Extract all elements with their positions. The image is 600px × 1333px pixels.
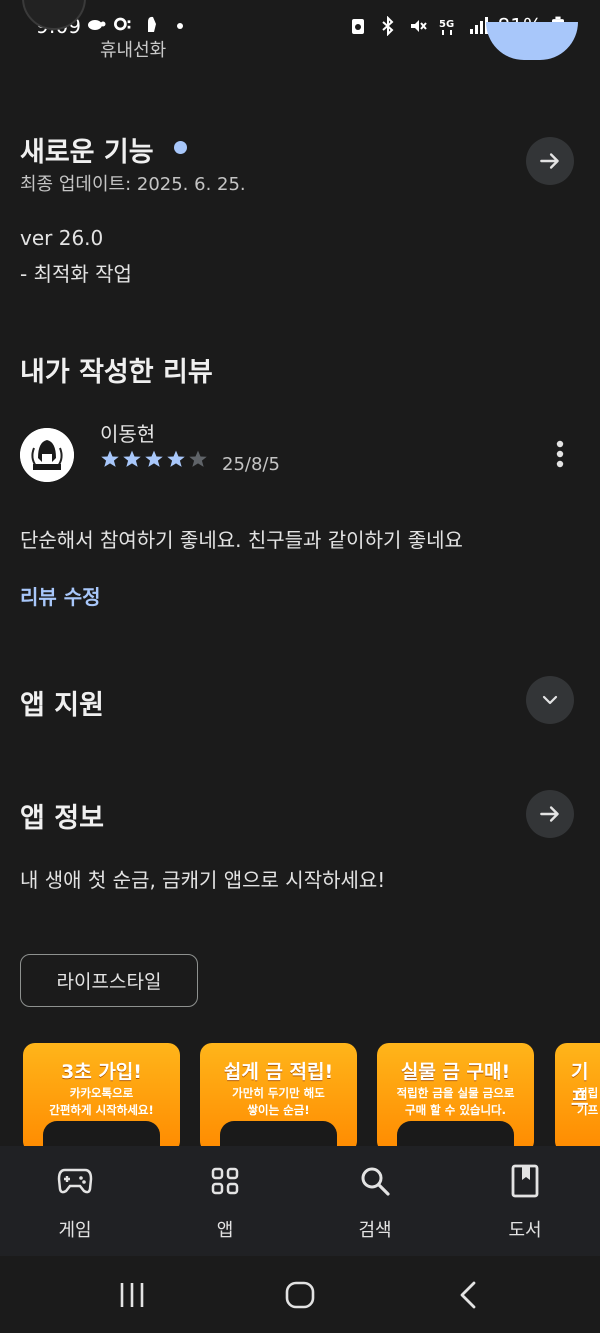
screenshot-line: 기프 (577, 1103, 599, 1117)
star-filled-icon (101, 450, 119, 467)
whats-new-title: 새로운 기능 (20, 137, 154, 168)
nav-search[interactable]: 검색 (315, 1164, 435, 1242)
app-support-title[interactable]: 앱 지원 (20, 683, 104, 722)
category-chip[interactable]: 라이프스타일 (20, 954, 198, 1007)
star-filled-icon (167, 450, 185, 467)
reviewer-avatar (20, 428, 74, 482)
book-icon (511, 1164, 539, 1198)
home-icon[interactable] (284, 1280, 316, 1310)
spartan-helmet-logo (20, 428, 74, 482)
talk-icon (114, 17, 131, 31)
nav-apps[interactable]: 앱 (165, 1164, 285, 1242)
bluetooth-icon (381, 16, 394, 36)
signal-icon (469, 17, 488, 34)
whats-new-arrow-button[interactable] (526, 137, 574, 185)
5g-icon: 5G (439, 19, 454, 35)
apps-grid-icon (211, 1167, 239, 1195)
arrow-right-icon (540, 806, 559, 822)
nav-apps-label: 앱 (216, 1220, 234, 1241)
nav-books-label: 도서 (508, 1220, 542, 1241)
search-icon (361, 1167, 390, 1196)
version-text: ver 26.0 (20, 226, 104, 250)
review-more-button[interactable] (540, 436, 580, 476)
app-info-arrow-button[interactable] (526, 790, 574, 838)
chevron-down-icon (542, 695, 558, 705)
review-date: 25/8/5 (222, 454, 280, 475)
battery-saver-icon (351, 19, 364, 34)
star-filled-icon (123, 450, 141, 467)
mute-icon (410, 20, 427, 32)
screenshot-title: 실물 금 구매! (400, 1061, 511, 1083)
nav-games[interactable]: 게임 (15, 1164, 135, 1242)
last-updated: 최종 업데이트: 2025. 6. 25. (20, 174, 246, 195)
gamepad-icon (57, 1168, 93, 1194)
screenshot-title: 3초 가입! (61, 1061, 142, 1083)
rating-stars (100, 449, 208, 469)
screenshot-line: 간편하게 시작하세요! (49, 1103, 154, 1117)
screenshot-title: 쉽게 금 적립! (223, 1061, 334, 1083)
nav-search-label: 검색 (358, 1220, 392, 1241)
install-button[interactable] (486, 22, 578, 60)
screenshot-line: 카카오톡으로 (69, 1086, 134, 1100)
screenshot-line: 가만히 두기만 해도 (232, 1086, 325, 1100)
my-review-title: 내가 작성한 리뷰 (20, 357, 213, 388)
screenshot-line: 적립한 금을 실물 금으로 (396, 1086, 515, 1100)
screenshot-4[interactable]: 기프 적립 기프 (555, 1043, 600, 1153)
app-info-title: 앱 정보 (20, 803, 104, 834)
glove-icon (148, 16, 156, 32)
arrow-right-icon (540, 153, 559, 169)
star-empty-icon (189, 450, 207, 467)
screenshot-line: 적립 (577, 1086, 599, 1100)
bottom-navigation: 게임 앱 검색 도서 (0, 1146, 600, 1256)
svg-text:5G: 5G (439, 19, 454, 30)
notification-icons (86, 14, 190, 34)
back-icon[interactable] (454, 1280, 482, 1310)
edit-review-link[interactable]: 리뷰 수정 (20, 581, 101, 610)
screenshot-2[interactable]: 쉽게 금 적립! 가만히 두기만 해도쌓이는 순금! (200, 1043, 357, 1153)
recents-icon[interactable] (116, 1280, 148, 1310)
nav-games-label: 게임 (58, 1220, 92, 1241)
app-description: 내 생애 첫 순금, 금캐기 앱으로 시작하세요! (20, 868, 386, 892)
more-vert-icon (556, 440, 564, 468)
publisher-name[interactable]: 휴내선화 (100, 36, 166, 62)
review-text: 단순해서 참여하기 좋네요. 친구들과 같이하기 좋네요 (20, 528, 463, 552)
new-indicator-dot (174, 141, 187, 154)
nav-books[interactable]: 도서 (465, 1164, 585, 1242)
more-notifications-icon (177, 23, 183, 29)
release-note: - 최적화 작업 (20, 262, 132, 286)
screenshot-line: 쌓이는 순금! (247, 1103, 310, 1117)
screenshot-1[interactable]: 3초 가입! 카카오톡으로간편하게 시작하세요! (23, 1043, 180, 1153)
screenshot-line: 구매 할 수 있습니다. (404, 1103, 507, 1117)
turtle-icon (88, 20, 106, 30)
app-support-expand-button[interactable] (526, 676, 574, 724)
screenshot-3[interactable]: 실물 금 구매! 적립한 금을 실물 금으로구매 할 수 있습니다. (377, 1043, 534, 1153)
system-navigation-bar (0, 1256, 600, 1333)
star-filled-icon (145, 450, 163, 467)
reviewer-name: 이동현 (100, 422, 156, 446)
